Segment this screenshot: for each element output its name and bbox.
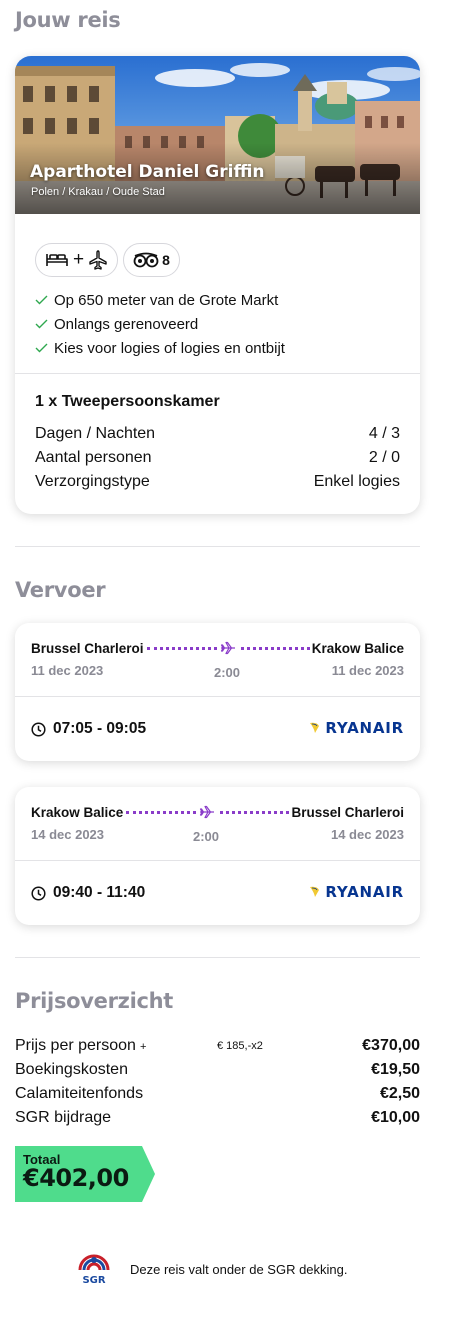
flight-duration: 2:00: [214, 665, 241, 680]
sgr-logo-icon: SGR: [78, 1254, 110, 1286]
price-row-per-person: Prijs per persoon + € 185,-x2 €370,00: [15, 1037, 420, 1059]
sgr-text: Deze reis valt onder de SGR dekking.: [130, 1261, 348, 1277]
room-row-label: Aantal personen: [35, 449, 152, 466]
ryanair-harp-icon: [310, 722, 320, 733]
room-title: 1 x Tweepersoonskamer: [35, 393, 220, 410]
hotel-features: Op 650 meter van de Grote Markt Onlangs …: [35, 288, 285, 360]
divider: [15, 696, 420, 697]
room-row-value: 4 / 3: [368, 425, 400, 442]
ryanair-harp-icon: [310, 886, 320, 897]
feature-text: Kies voor logies of logies en ontbijt: [54, 339, 285, 357]
expand-plus-icon[interactable]: +: [140, 1041, 146, 1053]
check-icon: [35, 319, 48, 329]
tripadvisor-icon: [133, 252, 159, 268]
feature-item: Onlangs gerenoveerd: [35, 312, 285, 336]
flight-to: Brussel Charleroi: [291, 805, 404, 820]
divider: [15, 373, 420, 374]
trip-title: Jouw reis: [15, 8, 121, 32]
price-value: €19,50: [371, 1061, 420, 1078]
flight-card-return[interactable]: Krakow Balice Brussel Charleroi 14 dec 2…: [15, 787, 420, 925]
bed-icon: [46, 254, 68, 266]
divider: [15, 860, 420, 861]
price-row-calamity: Calamiteitenfonds €2,50: [15, 1085, 420, 1107]
feature-item: Kies voor logies of logies en ontbijt: [35, 336, 285, 360]
price-label: Boekingskosten: [15, 1061, 128, 1078]
flight-time: 07:05 - 09:05: [31, 720, 146, 738]
prices-title: Prijsoverzicht: [15, 989, 174, 1013]
room-row-value: Enkel logies: [313, 473, 400, 490]
price-value: €370,00: [362, 1037, 420, 1054]
transport-badge: +: [35, 243, 119, 277]
flight-date-from: 11 dec 2023: [31, 663, 104, 678]
flight-card-outbound[interactable]: Brussel Charleroi Krakow Balice 11 dec 2…: [15, 623, 420, 761]
plane-icon: [89, 250, 107, 270]
route-line: [147, 647, 217, 650]
price-label: Prijs per persoon +: [15, 1037, 146, 1055]
room-row-days: Dagen / Nachten 4 / 3: [35, 425, 400, 443]
price-row-booking: Boekingskosten €19,50: [15, 1061, 420, 1083]
price-row-sgr: SGR bijdrage €10,00: [15, 1109, 420, 1131]
flight-time-text: 09:40 - 11:40: [53, 884, 146, 901]
airline-logo: RYANAIR: [308, 719, 404, 737]
flight-from: Krakow Balice: [31, 805, 124, 820]
total-price-tag: Totaal €402,00: [15, 1146, 157, 1202]
plus-symbol: +: [73, 249, 85, 270]
airline-name: RYANAIR: [325, 719, 404, 737]
price-value: €10,00: [371, 1109, 420, 1126]
feature-item: Op 650 meter van de Grote Markt: [35, 288, 285, 312]
flight-from: Brussel Charleroi: [31, 641, 144, 656]
route-line: [241, 647, 310, 650]
flight-time-text: 07:05 - 09:05: [53, 720, 147, 737]
airline-logo: RYANAIR: [308, 883, 404, 901]
rating-badge: 8: [123, 243, 180, 277]
sgr-notice: SGR Deze reis valt onder de SGR dekking.: [74, 1250, 348, 1288]
room-row-label: Verzorgingstype: [35, 473, 150, 490]
price-value: €2,50: [379, 1085, 420, 1102]
flight-date-from: 14 dec 2023: [31, 827, 105, 842]
flight-date-to: 14 dec 2023: [330, 827, 404, 842]
room-row-value: 2 / 0: [368, 449, 400, 466]
hotel-card[interactable]: Aparthotel Daniel Griffin Polen / Krakau…: [15, 56, 420, 514]
flight-duration: 2:00: [193, 829, 220, 844]
flight-time: 09:40 - 11:40: [31, 884, 145, 902]
check-icon: [35, 343, 48, 353]
route-line: [126, 811, 196, 814]
hotel-photo: Aparthotel Daniel Griffin Polen / Krakau…: [15, 56, 420, 214]
hotel-badges: + 8: [35, 243, 180, 277]
room-row-board: Verzorgingstype Enkel logies: [35, 473, 400, 491]
section-divider: [15, 546, 420, 547]
clock-icon: [31, 721, 46, 737]
feature-text: Op 650 meter van de Grote Markt: [54, 291, 279, 309]
total-value: €402,00: [23, 1164, 129, 1192]
section-divider: [15, 957, 420, 958]
hotel-name[interactable]: Aparthotel Daniel Griffin: [30, 162, 265, 182]
check-icon: [35, 295, 48, 305]
room-row-persons: Aantal personen 2 / 0: [35, 449, 400, 467]
feature-text: Onlangs gerenoveerd: [54, 315, 199, 333]
price-label: SGR bijdrage: [15, 1109, 112, 1126]
rating-value: 8: [162, 252, 170, 268]
clock-icon: [31, 885, 46, 901]
flight-date-to: 11 dec 2023: [331, 663, 404, 678]
airline-name: RYANAIR: [325, 883, 404, 901]
plane-icon: [199, 805, 214, 819]
price-label-text: Prijs per persoon: [15, 1037, 136, 1054]
plane-icon: [220, 641, 235, 655]
price-label: Calamiteitenfonds: [15, 1085, 144, 1102]
flight-to: Krakow Balice: [311, 641, 404, 656]
sgr-logo-text: SGR: [82, 1275, 105, 1286]
price-detail: € 185,-x2: [217, 1040, 263, 1052]
hotel-location: Polen / Krakau / Oude Stad: [31, 186, 165, 198]
transport-title: Vervoer: [15, 578, 106, 602]
room-row-label: Dagen / Nachten: [35, 425, 156, 442]
route-line: [220, 811, 289, 814]
